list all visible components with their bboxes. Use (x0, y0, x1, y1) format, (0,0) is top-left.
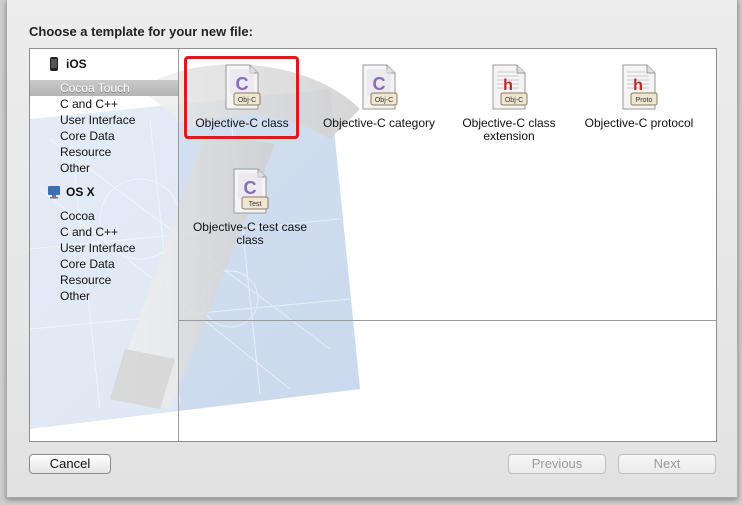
template-badge: Test (249, 201, 262, 208)
objc-protocol-file-icon: h Proto (622, 64, 658, 110)
template-label: Objective-C class extension (462, 116, 556, 143)
sidebar-item-ios-c-and-cpp[interactable]: C and C++ (30, 96, 178, 112)
sidebar-item-osx-resource[interactable]: Resource (30, 272, 178, 288)
template-badge: Proto (636, 97, 653, 104)
sidebar-item-ios-resource[interactable]: Resource (30, 144, 178, 160)
template-label: Objective-C protocol (584, 116, 694, 130)
previous-button[interactable]: Previous (508, 454, 606, 474)
template-glyph: C (373, 74, 386, 94)
new-file-sheet: Choose a template for your new file: iOS… (6, 0, 738, 498)
sidebar-item-ios-core-data[interactable]: Core Data (30, 128, 178, 144)
cancel-button[interactable]: Cancel (29, 454, 111, 474)
objc-extension-file-icon: h Obj-C (492, 64, 528, 110)
group-label-ios: iOS (66, 57, 87, 71)
template-glyph: h (503, 77, 513, 94)
template-badge: Obj-C (505, 97, 523, 104)
template-badge: Obj-C (375, 97, 393, 104)
dialog-title: Choose a template for your new file: (29, 24, 253, 39)
objc-category-file-icon: C Obj-C (362, 64, 398, 110)
objc-class-file-icon: C Obj-C (225, 64, 261, 110)
sidebar-item-osx-user-interface[interactable]: User Interface (30, 240, 178, 256)
template-label: Objective-C test case class (192, 220, 308, 247)
template-label: Objective-C category (322, 116, 436, 130)
sidebar-item-osx-c-and-cpp[interactable]: C and C++ (30, 224, 178, 240)
template-label: Objective-C class (195, 116, 289, 130)
template-chooser: iOS Cocoa Touch C and C++ User Interface… (29, 48, 717, 442)
template-glyph: C (236, 74, 249, 94)
sidebar-item-ios-user-interface[interactable]: User Interface (30, 112, 178, 128)
next-button[interactable]: Next (618, 454, 716, 474)
mac-icon (48, 186, 60, 199)
sidebar-item-ios-cocoa-touch[interactable]: Cocoa Touch (30, 80, 178, 96)
iphone-icon (50, 57, 58, 71)
template-glyph: h (633, 77, 643, 94)
group-ios: iOS (48, 57, 87, 71)
template-objective-c-test-case-class[interactable]: C Test Objective-C test case class (186, 167, 314, 247)
template-objective-c-protocol[interactable]: h Proto Objective-C protocol (575, 63, 703, 130)
objc-test-file-icon: C Test (233, 168, 269, 214)
template-objective-c-category[interactable]: C Obj-C Objective-C category (315, 63, 443, 130)
group-label-osx: OS X (66, 185, 95, 199)
template-description-pane (179, 321, 716, 441)
sidebar-item-osx-other[interactable]: Other (30, 288, 178, 304)
template-badge: Obj-C (238, 97, 256, 104)
template-category-sidebar: iOS Cocoa Touch C and C++ User Interface… (30, 49, 179, 441)
sidebar-item-osx-cocoa[interactable]: Cocoa (30, 208, 178, 224)
sidebar-item-ios-other[interactable]: Other (30, 160, 178, 176)
group-osx: OS X (48, 185, 95, 199)
sidebar-item-osx-core-data[interactable]: Core Data (30, 256, 178, 272)
template-glyph: C (244, 178, 257, 198)
template-objective-c-class-extension[interactable]: h Obj-C Objective-C class extension (445, 63, 573, 143)
template-objective-c-class[interactable]: C Obj-C Objective-C class (178, 63, 306, 130)
